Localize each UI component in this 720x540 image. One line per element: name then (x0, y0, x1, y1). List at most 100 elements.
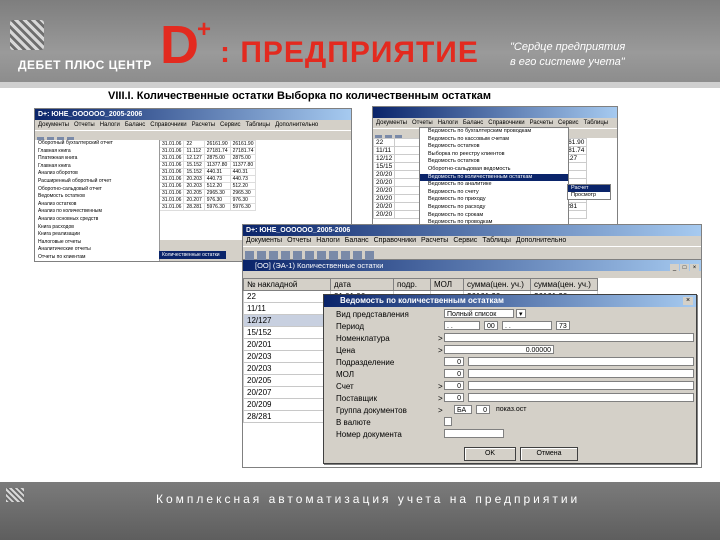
period-from-field[interactable]: . . (444, 321, 480, 330)
table-row[interactable]: 31.01.06 12.127 2875.00 2875.00 (158, 154, 257, 162)
menu-item[interactable]: Расчеты (192, 122, 215, 128)
menu-item[interactable]: Ведомость по бухгалтерским проводкам (420, 128, 568, 136)
menu-item[interactable]: Налоги (100, 122, 120, 128)
menu-item[interactable]: Справочники (488, 120, 524, 126)
currency-checkbox[interactable] (444, 417, 452, 426)
close-icon[interactable]: × (683, 297, 693, 305)
menu-item[interactable]: Платежная книга (35, 155, 159, 163)
menu-item[interactable]: Справочники (374, 237, 416, 244)
menu-item[interactable]: Расчеты (530, 120, 553, 126)
menu-item[interactable]: Ведомость по аналитике (420, 181, 568, 189)
paste-icon[interactable] (317, 251, 326, 260)
menu-item[interactable]: Расширенный оборотный отчет (35, 178, 159, 186)
menu-item[interactable]: Ведомость по расходу (420, 204, 568, 212)
menu-item[interactable]: Анализ оборотов (35, 170, 159, 178)
minimize-icon[interactable]: _ (670, 264, 679, 272)
menu-item[interactable]: Таблицы (584, 120, 609, 126)
menu-item[interactable]: Баланс (125, 122, 145, 128)
table-row[interactable]: 31.01.06 20.205 2965.30 2965.30 (158, 189, 257, 197)
menu-item[interactable]: Главная книга (35, 163, 159, 171)
menu-item[interactable]: Сервис (220, 122, 241, 128)
menu-item[interactable]: Налоги (316, 237, 339, 244)
close-icon[interactable]: × (690, 264, 699, 272)
help-icon[interactable] (365, 251, 374, 260)
view-type-select[interactable]: Полный список (444, 309, 514, 318)
account-field[interactable]: 0 (444, 381, 464, 390)
popup-item[interactable]: Просмотр (568, 192, 610, 199)
cut-icon[interactable] (293, 251, 302, 260)
print-icon[interactable] (281, 251, 290, 260)
chevron-down-icon[interactable]: ▾ (516, 309, 526, 318)
document-number-field[interactable] (444, 429, 504, 438)
department-name-field[interactable] (468, 357, 694, 366)
table-row[interactable]: 31.01.06 22 26161.90 26161.90 (158, 140, 257, 148)
menu-item[interactable]: Отчеты (287, 237, 311, 244)
menu-item[interactable]: Сервис (558, 120, 579, 126)
submenu-item-quantity-balances[interactable]: Количественные остатки (159, 251, 226, 259)
expand-arrow-icon[interactable]: > (438, 346, 443, 356)
menu-item[interactable]: Ведомость по срокам (420, 212, 568, 220)
menu-item[interactable]: Анализ основных средств (35, 216, 159, 224)
menu-item[interactable]: Ведомость остатков (35, 193, 159, 201)
account-name-field[interactable] (468, 381, 694, 390)
ok-button[interactable]: OK (464, 447, 516, 461)
menu-item[interactable]: Отчеты (74, 122, 95, 128)
menu-item[interactable]: Документы (376, 120, 407, 126)
menu-item[interactable]: Оборотно-сальдовый отчет (35, 186, 159, 194)
menu-item[interactable]: Аналитические отчеты (35, 246, 159, 254)
copy-icon[interactable] (305, 251, 314, 260)
menu-item[interactable]: Дополнительно (275, 122, 318, 128)
table-row[interactable]: 31.01.06 28.281 5976.30 5976.30 (158, 203, 257, 211)
menu-item[interactable]: Налоги (438, 120, 458, 126)
column-header[interactable]: дата (330, 278, 394, 291)
expand-arrow-icon[interactable]: > (438, 406, 443, 416)
column-header[interactable]: МОЛ (430, 278, 464, 291)
maximize-icon[interactable]: □ (680, 264, 689, 272)
filter-icon[interactable] (341, 251, 350, 260)
menu-item[interactable]: Документы (38, 122, 69, 128)
menu-item[interactable]: Налоговые отчеты (35, 239, 159, 247)
menu-item[interactable]: Ведомость по счету (420, 189, 568, 197)
menu-item[interactable]: Ведомость по приходу (420, 196, 568, 204)
table-row[interactable]: 31.01.06 20.203 512.20 512.20 (158, 182, 257, 190)
menu-item[interactable]: Оборотный бухгалтерский отчет (35, 140, 159, 148)
menu-item[interactable]: Ведомость по кассовым счетам (420, 136, 568, 144)
menu-item[interactable]: Ведомость остатков (420, 158, 568, 166)
menu-item[interactable]: Оборотно-сальдовая ведомость (420, 166, 568, 174)
supplier-field[interactable]: 0 (444, 393, 464, 402)
menu-item[interactable]: Таблицы (246, 122, 271, 128)
menu-item[interactable]: Дополнительно (516, 237, 566, 244)
department-field[interactable]: 0 (444, 357, 464, 366)
menu-item[interactable]: Ведомость по количественным остаткам (420, 173, 568, 182)
menu-item[interactable]: Выборка по реестру клиентов (420, 151, 568, 159)
menu-item[interactable]: Главная книга (35, 148, 159, 156)
menu-item[interactable]: Книга расходов (35, 224, 159, 232)
menu-item[interactable]: Количественные остатки (35, 262, 159, 263)
expand-arrow-icon[interactable]: > (438, 334, 443, 344)
column-header[interactable]: № накладной (243, 278, 331, 291)
expand-arrow-icon[interactable]: > (438, 382, 443, 392)
open-icon[interactable] (257, 251, 266, 260)
save-icon[interactable] (269, 251, 278, 260)
menu-item[interactable]: Книга реализации (35, 231, 159, 239)
supplier-name-field[interactable] (468, 393, 694, 402)
find-icon[interactable] (329, 251, 338, 260)
menu-item[interactable]: Анализ по количественным (35, 208, 159, 216)
doc-group-extra-field[interactable]: 0 (476, 405, 490, 414)
table-row[interactable]: 31.01.06 20.207 976.30 976.30 (158, 196, 257, 204)
nomenclature-field[interactable] (444, 333, 694, 342)
menu-item[interactable]: Анализ остатков (35, 201, 159, 209)
new-doc-icon[interactable] (245, 251, 254, 260)
table-row[interactable]: 31.01.06 15.152 440.31 440.31 (158, 168, 257, 176)
doc-group-field[interactable]: БА (454, 405, 472, 414)
table-row[interactable]: 31.01.06 11.112 27181.74 27181.74 (158, 147, 257, 155)
menu-item[interactable]: Расчеты (421, 237, 448, 244)
column-header[interactable]: подр. (393, 278, 431, 291)
price-field[interactable]: 0.00000 (444, 345, 554, 354)
menu-item[interactable]: Отчеты по клиентам (35, 254, 159, 261)
mol-name-field[interactable] (468, 369, 694, 378)
menu-item[interactable]: Таблицы (482, 237, 511, 244)
period-from-year-field[interactable]: 00 (484, 321, 498, 330)
calc-icon[interactable] (353, 251, 362, 260)
period-to-year-field[interactable]: 73 (556, 321, 570, 330)
